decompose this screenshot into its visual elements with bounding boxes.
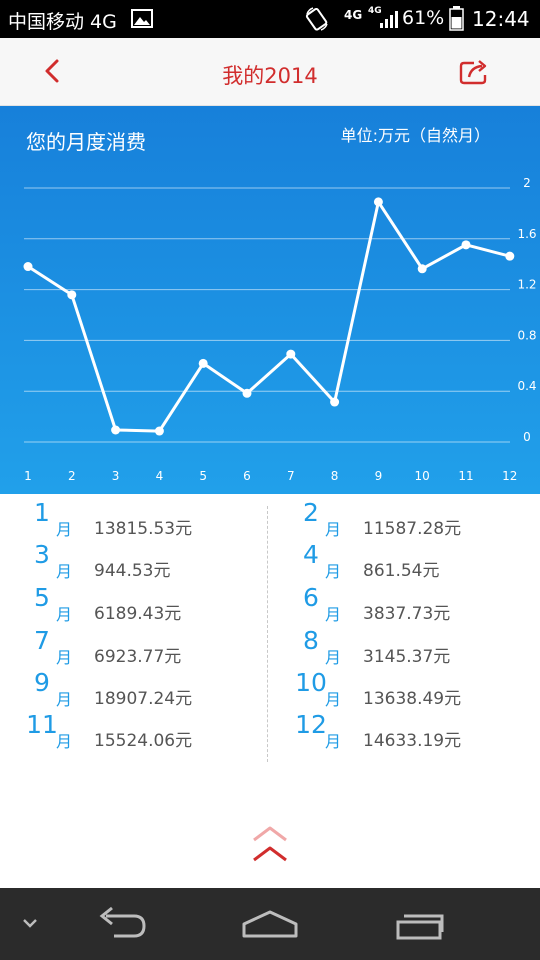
share-icon[interactable] bbox=[458, 58, 490, 86]
home-icon[interactable] bbox=[238, 888, 302, 960]
month-unit: 月 bbox=[325, 690, 342, 709]
list-item: 6 月 3837.73元 bbox=[287, 583, 537, 631]
list-item: 11 月 15524.06元 bbox=[18, 710, 268, 758]
data-point bbox=[461, 240, 471, 250]
month-amount: 6923.77元 bbox=[94, 647, 182, 667]
data-point bbox=[154, 426, 164, 436]
month-unit: 月 bbox=[56, 520, 73, 539]
month-amount: 13638.49元 bbox=[363, 689, 462, 709]
month-unit: 月 bbox=[325, 732, 342, 751]
x-tick-label: 10 bbox=[415, 469, 430, 483]
x-tick-label: 7 bbox=[287, 469, 295, 483]
back-icon[interactable] bbox=[88, 888, 152, 960]
list-item: 3 月 944.53元 bbox=[18, 540, 268, 588]
hide-keyboard-chevron-icon[interactable] bbox=[14, 888, 46, 960]
x-tick-label: 3 bbox=[112, 469, 120, 483]
y-tick-label: 1.2 bbox=[517, 278, 536, 292]
list-item: 12 月 14633.19元 bbox=[287, 710, 537, 758]
y-tick-label: 2 bbox=[523, 176, 531, 190]
status-bar: 中国移动 4G 4G 4G 61% 12:44 bbox=[0, 0, 540, 38]
data-point bbox=[67, 290, 77, 300]
x-tick-label: 8 bbox=[331, 469, 339, 483]
data-point bbox=[373, 197, 383, 207]
month-amount: 3145.37元 bbox=[363, 647, 451, 667]
list-item: 5 月 6189.43元 bbox=[18, 583, 268, 631]
monthly-spending-chart: 00.40.81.21.62 1 2 3 4 5 6 7 8 9 10 11 12 bbox=[23, 176, 537, 483]
x-tick-label: 9 bbox=[375, 469, 383, 483]
series-line bbox=[27, 200, 511, 433]
month-amount: 15524.06元 bbox=[94, 731, 193, 751]
month-amount: 18907.24元 bbox=[94, 689, 193, 709]
month-unit: 月 bbox=[56, 732, 73, 751]
x-tick-label: 4 bbox=[156, 469, 164, 483]
app-header: 我的2014 bbox=[0, 38, 540, 106]
month-unit: 月 bbox=[325, 562, 342, 581]
recents-icon[interactable] bbox=[392, 888, 448, 960]
month-amount: 11587.28元 bbox=[363, 519, 462, 539]
month-amount: 6189.43元 bbox=[94, 604, 182, 624]
list-item: 4 月 861.54元 bbox=[287, 540, 537, 588]
double-chevron-up-icon[interactable] bbox=[250, 822, 290, 864]
chart-unit: 单位:万元（自然月） bbox=[340, 126, 490, 145]
battery-icon bbox=[449, 6, 464, 31]
signal-icon bbox=[380, 11, 398, 28]
clock: 12:44 bbox=[472, 7, 530, 31]
chart-title: 您的月度消费 bbox=[26, 130, 146, 154]
month-amount: 14633.19元 bbox=[363, 731, 462, 751]
y-tick-label: 0 bbox=[523, 430, 531, 444]
month-unit: 月 bbox=[56, 562, 73, 581]
network-type-label: 4G bbox=[344, 8, 363, 22]
month-unit: 月 bbox=[325, 605, 342, 624]
monthly-list: 1 月 13815.53元 2 月 11587.28元 3 月 944.53元 4 月 861.54元… bbox=[0, 494, 540, 774]
x-tick-label: 12 bbox=[502, 469, 517, 483]
navigation-bar bbox=[0, 888, 540, 960]
image-icon bbox=[131, 9, 153, 28]
battery-percent: 61% bbox=[402, 7, 445, 29]
month-amount: 861.54元 bbox=[363, 561, 440, 581]
screen-rotation-icon bbox=[305, 7, 328, 31]
data-point bbox=[417, 264, 427, 274]
carrier-label: 中国移动 4G bbox=[8, 11, 117, 33]
data-point bbox=[111, 425, 121, 435]
data-point bbox=[23, 262, 33, 272]
chart-panel: 0 0.4 0.8 1.2 1.6 2 1 2 3 4 5 6 7 8 9 10 11 12 您的月度消费 单位… bbox=[0, 106, 540, 494]
month-unit: 月 bbox=[56, 605, 73, 624]
month-unit: 月 bbox=[325, 520, 342, 539]
data-point bbox=[505, 251, 515, 261]
data-point bbox=[242, 388, 252, 398]
x-tick-label: 1 bbox=[24, 469, 32, 483]
month-unit: 月 bbox=[56, 690, 73, 709]
x-tick-label: 5 bbox=[199, 469, 207, 483]
y-tick-label: 1.6 bbox=[517, 227, 536, 241]
month-unit: 月 bbox=[56, 648, 73, 667]
data-point bbox=[198, 358, 208, 368]
data-point bbox=[286, 349, 296, 359]
month-amount: 944.53元 bbox=[94, 561, 171, 581]
month-unit: 月 bbox=[325, 648, 342, 667]
x-tick-label: 11 bbox=[458, 469, 473, 483]
month-amount: 3837.73元 bbox=[363, 604, 451, 624]
x-tick-label: 2 bbox=[68, 469, 76, 483]
data-point bbox=[330, 397, 340, 407]
y-tick-label: 0.4 bbox=[517, 379, 536, 393]
x-tick-label: 6 bbox=[243, 469, 251, 483]
y-tick-label: 0.8 bbox=[517, 328, 536, 342]
month-amount: 13815.53元 bbox=[94, 519, 193, 539]
